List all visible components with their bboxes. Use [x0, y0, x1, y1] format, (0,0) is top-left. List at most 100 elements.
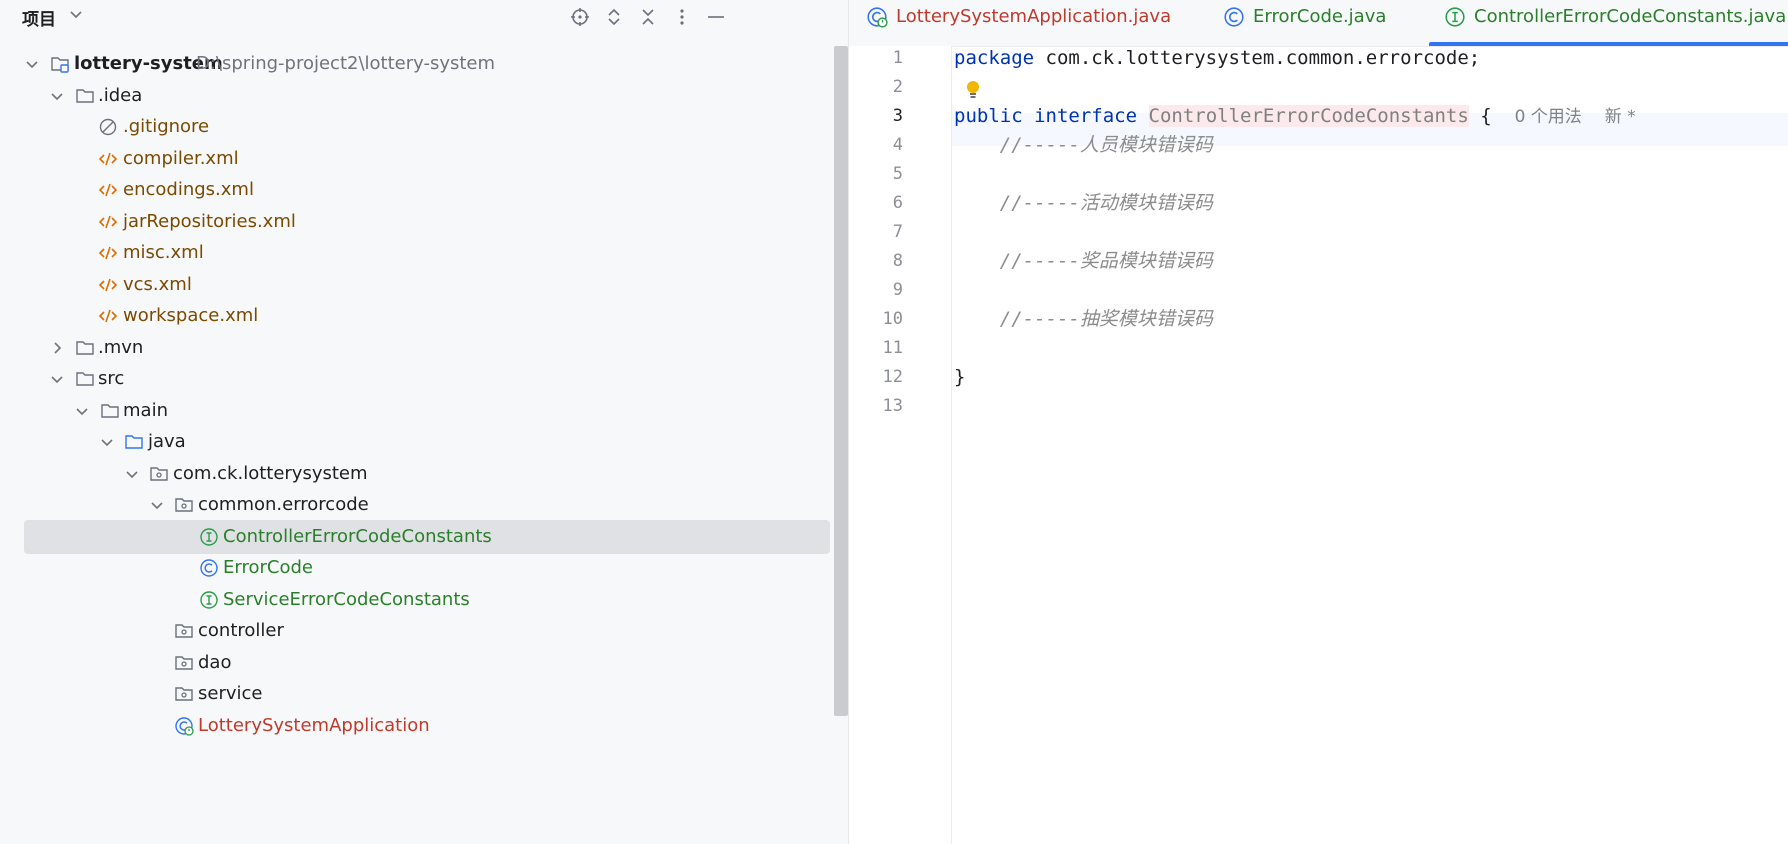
tree-item-label: .mvn: [98, 337, 144, 358]
package-icon: [175, 624, 193, 638]
chevron-down-icon[interactable]: [74, 403, 90, 419]
project-scrollbar[interactable]: [834, 46, 848, 716]
line-number: 12: [882, 367, 903, 387]
package-icon: [175, 498, 193, 512]
editor-tab-bar: LotterySystemApplication.java ErrorCode.…: [849, 0, 1788, 47]
line-number: 10: [882, 309, 903, 329]
project-panel-header: 项目: [0, 0, 848, 34]
line-number: 3: [892, 106, 903, 126]
line-number: 13: [882, 396, 903, 416]
code-keyword: package: [954, 47, 1035, 69]
tree-item-com-ck-lotterysystem[interactable]: com.ck.lotterysystem: [24, 457, 830, 491]
line-number-gutter[interactable]: 1 2 3 4 5 6 7 8 9 10 11 12 13: [849, 46, 952, 844]
tree-item-compiler-xml[interactable]: compiler.xml: [24, 142, 830, 176]
more-options-icon[interactable]: [669, 4, 695, 30]
tree-item-dao[interactable]: dao: [24, 646, 830, 680]
tree-item-java[interactable]: java: [24, 425, 830, 459]
code-text: com.ck.lotterysystem.common.errorcode;: [1034, 47, 1481, 69]
tree-item-label: encodings.xml: [123, 179, 254, 200]
tab-label: LotterySystemApplication.java: [896, 6, 1172, 27]
chevron-down-icon[interactable]: [24, 56, 40, 72]
tree-item-idea[interactable]: .idea: [24, 79, 830, 113]
line-number: 11: [882, 338, 903, 358]
folder-icon: [101, 404, 119, 418]
chevron-down-icon[interactable]: [68, 6, 84, 22]
tab-controllererrorcodeconstants[interactable]: ControllerErrorCodeConstants.java: [1429, 0, 1788, 46]
author-inlay-hint[interactable]: 新 *: [1605, 107, 1636, 127]
tab-lotterysystemapplication[interactable]: LotterySystemApplication.java: [866, 0, 1171, 46]
code-comment: //-----抽奖模块错误码: [999, 308, 1213, 330]
locate-icon[interactable]: [567, 4, 593, 30]
tree-item-errorcode[interactable]: ErrorCode: [24, 551, 830, 585]
tree-item-vcs-xml[interactable]: vcs.xml: [24, 268, 830, 302]
tree-item-misc-xml[interactable]: misc.xml: [24, 236, 830, 270]
ignored-file-icon: [99, 118, 117, 136]
interface-icon: [1445, 7, 1465, 27]
package-icon: [175, 687, 193, 701]
tab-label: ControllerErrorCodeConstants.java: [1474, 6, 1787, 27]
code-line-8: //-----奖品模块错误码: [954, 245, 1213, 278]
tree-item-common-errorcode[interactable]: common.errorcode: [24, 488, 830, 522]
tree-item-controller[interactable]: controller: [24, 614, 830, 648]
tree-item-label: controller: [198, 620, 284, 641]
tree-item-label: com.ck.lotterysystem: [173, 463, 368, 484]
code-keyword: public: [954, 105, 1023, 127]
collapse-all-icon[interactable]: [635, 4, 661, 30]
tab-errorcode[interactable]: ErrorCode.java: [1223, 0, 1393, 46]
chevron-down-icon[interactable]: [49, 88, 65, 104]
line-number: 2: [892, 77, 903, 97]
code-comment: //-----人员模块错误码: [999, 134, 1213, 156]
project-panel-title[interactable]: 项目: [22, 5, 56, 30]
interface-name[interactable]: ControllerErrorCodeConstants: [1148, 105, 1469, 127]
tree-item-lotterysystemapplication[interactable]: LotterySystemApplication: [24, 709, 830, 743]
tree-item-controllererrorcodeconstants[interactable]: ControllerErrorCodeConstants: [24, 520, 830, 554]
line-number: 5: [892, 164, 903, 184]
code-keyword: interface: [1034, 105, 1138, 127]
tree-item-path: D:\spring-project2\lottery-system: [196, 53, 496, 74]
usages-inlay-hint[interactable]: 0 个用法: [1515, 107, 1582, 127]
chevron-down-icon[interactable]: [149, 497, 165, 513]
code-line-10: //-----抽奖模块错误码: [954, 303, 1213, 336]
tree-item-label: workspace.xml: [123, 305, 259, 326]
tree-item-label: vcs.xml: [123, 274, 192, 295]
tree-item-lottery-system[interactable]: lottery-system D:\spring-project2\lotter…: [24, 47, 830, 81]
tree-item-label: common.errorcode: [198, 494, 369, 515]
folder-icon: [76, 89, 94, 103]
code-line-1: package com.ck.lotterysystem.common.erro…: [954, 42, 1480, 75]
code-comment: //-----奖品模块错误码: [999, 250, 1213, 272]
chevron-right-icon[interactable]: [49, 340, 65, 356]
tree-item-gitignore[interactable]: .gitignore: [24, 110, 830, 144]
expand-all-icon[interactable]: [601, 4, 627, 30]
spring-boot-class-icon: [175, 717, 194, 736]
code-line-6: //-----活动模块错误码: [954, 187, 1213, 220]
tree-item-label: LotterySystemApplication: [198, 715, 430, 736]
xml-file-icon: [98, 246, 118, 260]
chevron-down-icon[interactable]: [49, 371, 65, 387]
tree-item-workspace-xml[interactable]: workspace.xml: [24, 299, 830, 333]
tree-item-label: .idea: [98, 85, 143, 106]
line-number: 8: [892, 251, 903, 271]
package-icon: [150, 467, 168, 481]
line-number: 1: [892, 48, 903, 68]
line-number: 4: [892, 135, 903, 155]
tree-item-label: .gitignore: [123, 116, 210, 137]
tree-item-label: ServiceErrorCodeConstants: [223, 589, 470, 610]
chevron-down-icon[interactable]: [99, 434, 115, 450]
tree-item-src[interactable]: src: [24, 362, 830, 396]
lightbulb-icon[interactable]: [963, 79, 983, 101]
tree-item-label: main: [123, 400, 168, 421]
chevron-down-icon[interactable]: [124, 466, 140, 482]
spring-boot-class-icon: [867, 7, 888, 28]
tree-item-label: dao: [198, 652, 232, 673]
tree-item-serviceerrorcodeconstants[interactable]: ServiceErrorCodeConstants: [24, 583, 830, 617]
folder-icon: [76, 341, 94, 355]
tree-item-jarrepositories-xml[interactable]: jarRepositories.xml: [24, 205, 830, 239]
folder-icon: [76, 372, 94, 386]
class-icon: [200, 559, 218, 577]
tree-item-encodings-xml[interactable]: encodings.xml: [24, 173, 830, 207]
tree-item-service[interactable]: service: [24, 677, 830, 711]
minimize-icon[interactable]: [703, 4, 729, 30]
line-number: 9: [892, 280, 903, 300]
tree-item-mvn[interactable]: .mvn: [24, 331, 830, 365]
tree-item-main[interactable]: main: [24, 394, 830, 428]
